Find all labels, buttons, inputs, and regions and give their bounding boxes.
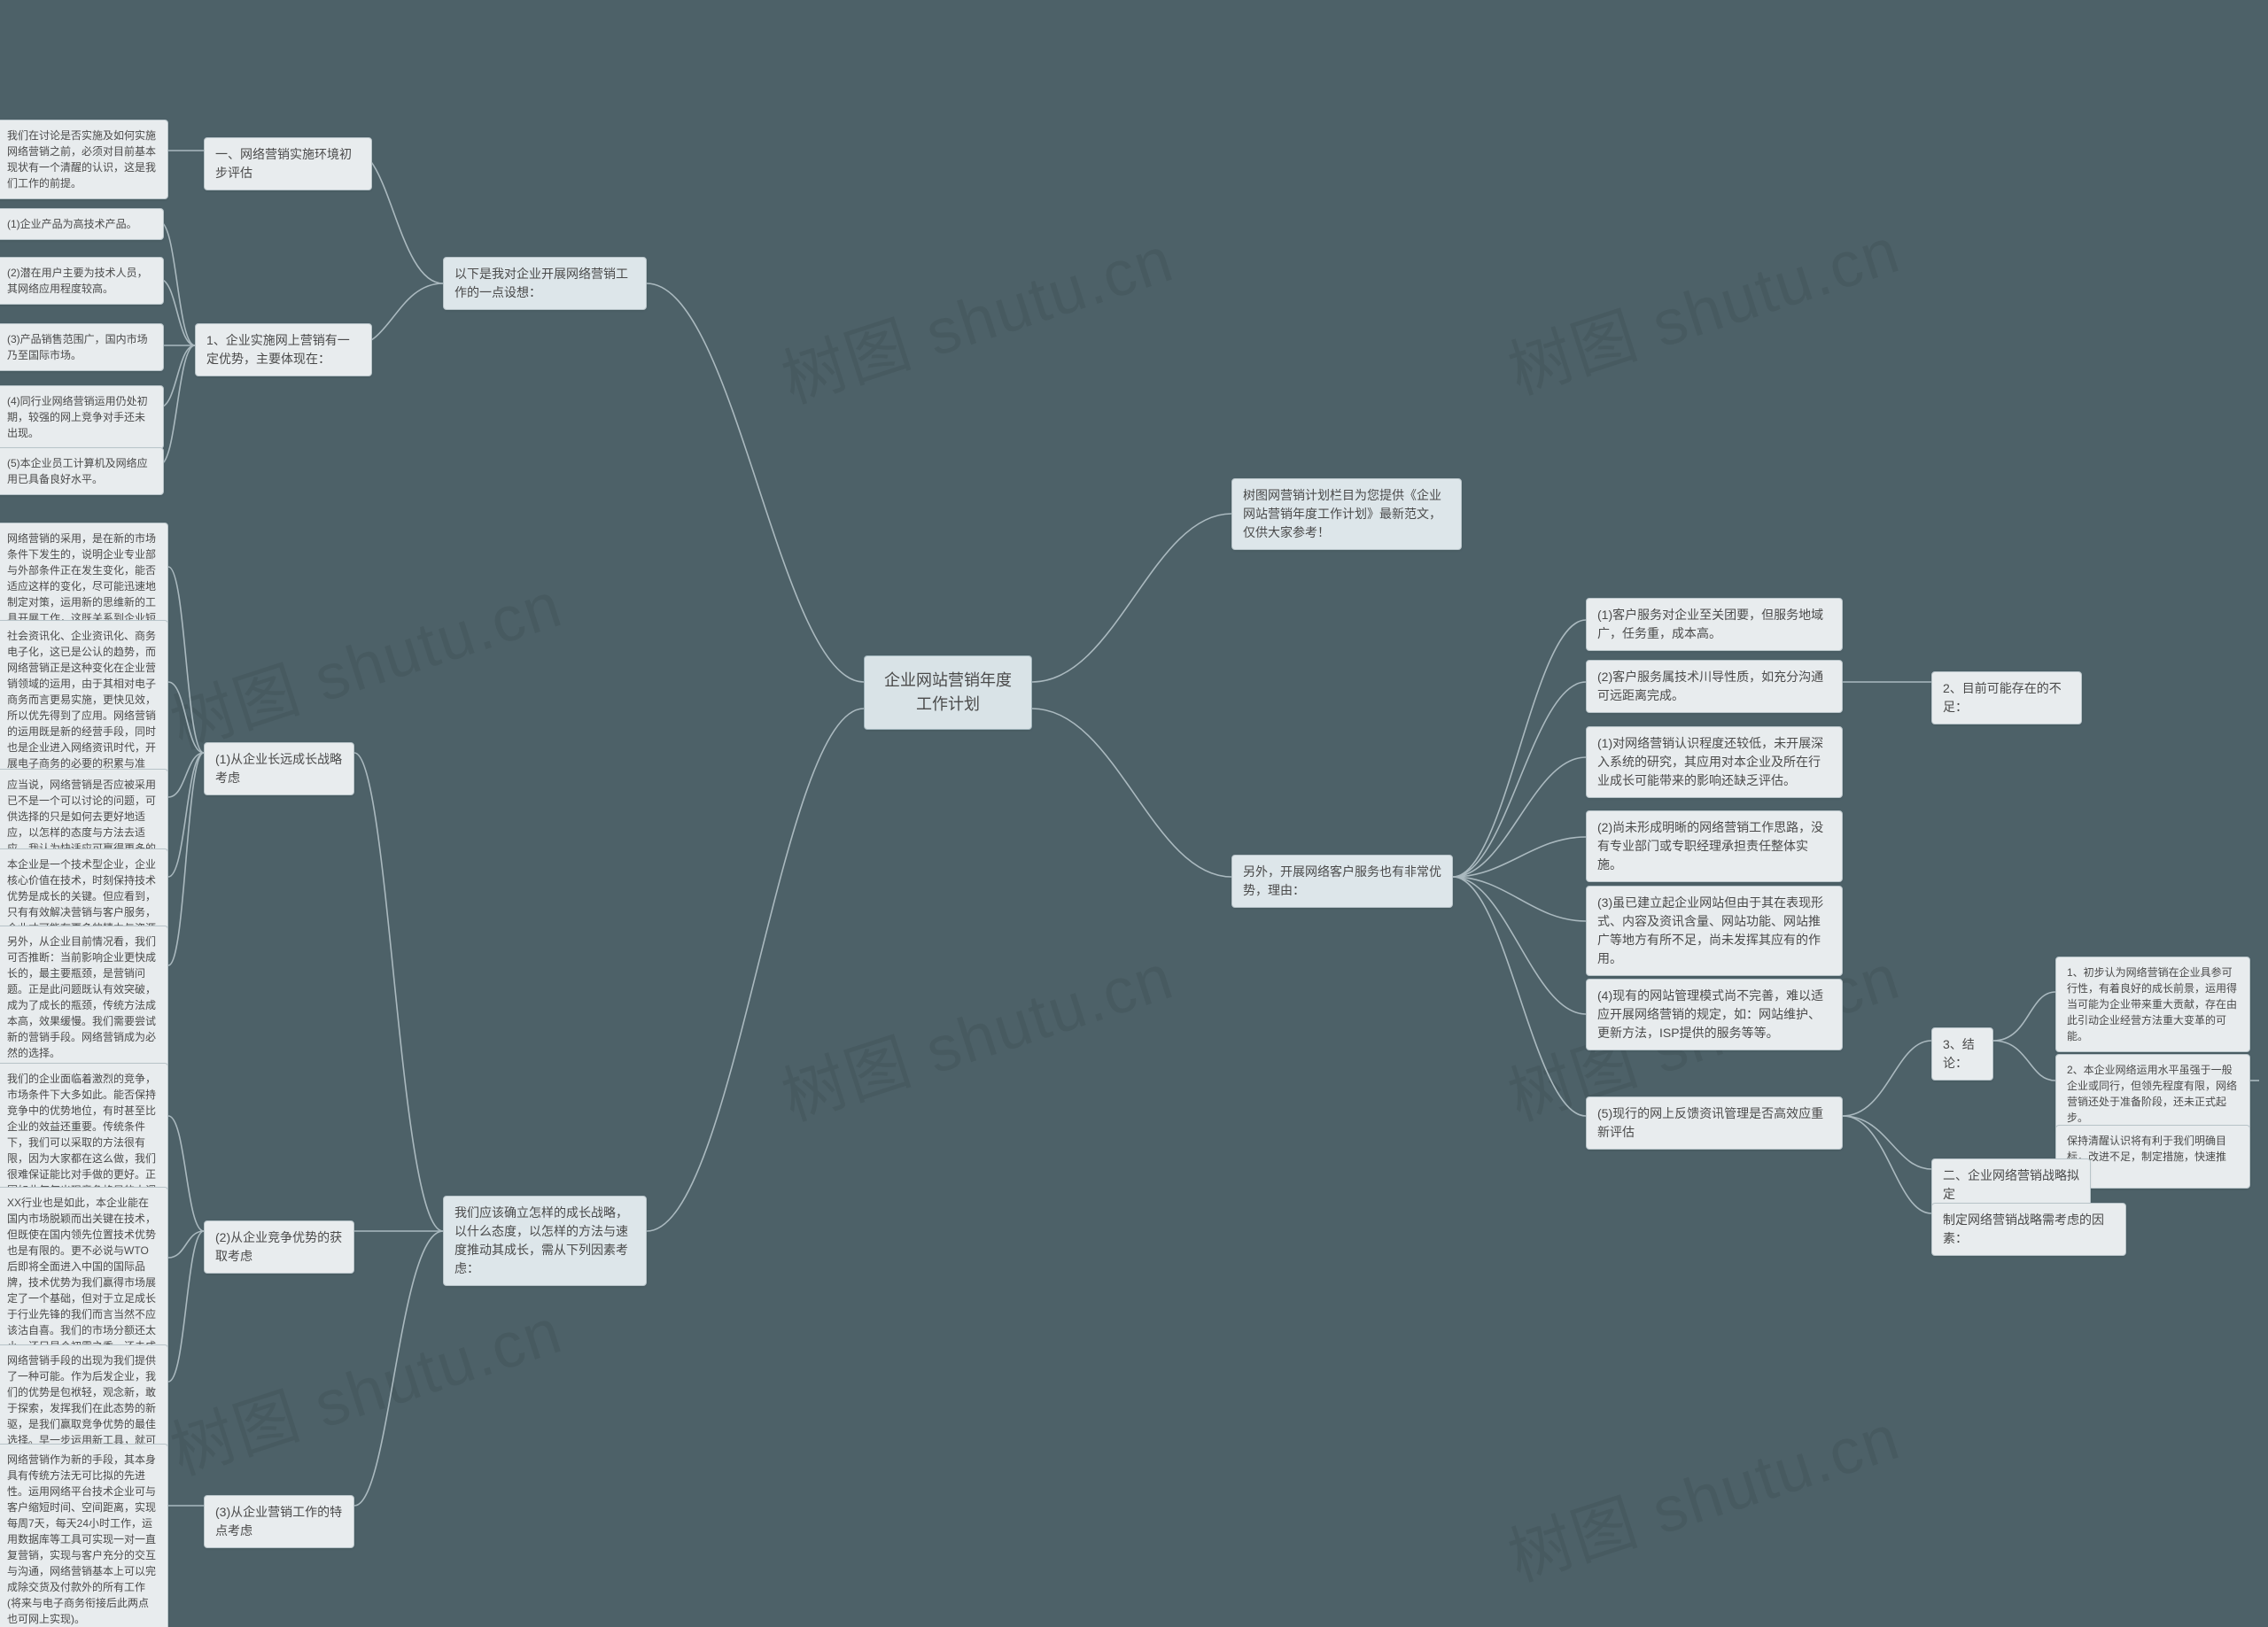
node-l1a-detail[interactable]: 我们在讨论是否实施及如何实施网络营销之前，必须对目前基本现状有一个清醒的认识，这… bbox=[0, 120, 168, 199]
node-strategy-factors[interactable]: 制定网络营销战略需考虑的因素： bbox=[1931, 1203, 2126, 1256]
branch-service-reason[interactable]: 另外，开展网络客户服务也有非常优势，理由： bbox=[1231, 855, 1453, 908]
node-l1b-3[interactable]: (3)产品销售范围广，国内市场乃至国际市场。 bbox=[0, 323, 164, 371]
node-l2a[interactable]: (1)从企业长远成长战略考虑 bbox=[204, 742, 354, 795]
branch-growth-strategy[interactable]: 我们应该确立怎样的成长战略，以什么态度，以怎样的方法与速度推动其成长，需从下列因… bbox=[443, 1196, 647, 1286]
node-conclusion-1[interactable]: 1、初步认为网络营销在企业具参可行性，有着良好的成长前景，运用得当可能为企业带来… bbox=[2055, 957, 2250, 1052]
node-l1b-1[interactable]: (1)企业产品为高技术产品。 bbox=[0, 208, 164, 240]
node-l1a[interactable]: 一、网络营销实施环境初步评估 bbox=[204, 137, 372, 190]
watermark: 树图 shutu.cn bbox=[769, 207, 1184, 421]
node-r2-7[interactable]: (5)现行的网上反馈资讯管理是否高效应重新评估 bbox=[1586, 1096, 1843, 1150]
node-r2-5[interactable]: (3)虽已建立起企业网站但由于其在表现形式、内容及资讯含量、网站功能、网站推广等… bbox=[1586, 886, 1843, 976]
mindmap-connectors bbox=[0, 0, 2268, 1627]
watermark: 树图 shutu.cn bbox=[158, 1279, 572, 1492]
node-l1b[interactable]: 1、企业实施网上营销有一定优势，主要体现在： bbox=[195, 323, 372, 376]
watermark: 树图 shutu.cn bbox=[1495, 198, 1910, 412]
node-conclusion[interactable]: 3、结论： bbox=[1931, 1027, 1993, 1081]
node-r2-1[interactable]: (1)客户服务对企业至关团要，但服务地域广，任务重，成本高。 bbox=[1586, 598, 1843, 651]
watermark: 树图 shutu.cn bbox=[1495, 1385, 1910, 1599]
watermark: 树图 shutu.cn bbox=[158, 553, 572, 766]
node-l1b-4[interactable]: (4)同行业网络营销运用仍处初期，较强的网上竞争对手还未出现。 bbox=[0, 385, 164, 449]
node-r2-4[interactable]: (2)尚未形成明晰的网络营销工作思路，没有专业部门或专职经理承担责任整体实施。 bbox=[1586, 810, 1843, 882]
node-r2-6[interactable]: (4)现有的网站管理模式尚不完善，难以适应开展网络营销的规定，如：网站维护、更新… bbox=[1586, 979, 1843, 1050]
node-l1b-5[interactable]: (5)本企业员工计算机及网络应用已具备良好水平。 bbox=[0, 447, 164, 495]
node-r2-2-tail[interactable]: 2、目前可能存在的不足： bbox=[1931, 671, 2082, 724]
node-conclusion-2[interactable]: 2、本企业网络运用水平虽强于一般企业或同行，但领先程度有限，网络营销还处于准备阶… bbox=[2055, 1054, 2250, 1134]
watermark: 树图 shutu.cn bbox=[769, 925, 1184, 1138]
mindmap-root[interactable]: 企业网站营销年度工作计划 bbox=[864, 655, 1032, 730]
node-l2a-5[interactable]: 另外，从企业目前情况看，我们可否推断：当前影响企业更快成长的，最主要瓶颈，是营销… bbox=[0, 926, 168, 1069]
node-r2-2[interactable]: (2)客户服务属技术川导性质，如充分沟通可远距离完成。 bbox=[1586, 660, 1843, 713]
node-l2c[interactable]: (3)从企业营销工作的特点考虑 bbox=[204, 1495, 354, 1548]
node-l1b-2[interactable]: (2)潜在用户主要为技术人员，其网络应用程度较高。 bbox=[0, 257, 164, 305]
branch-thoughts[interactable]: 以下是我对企业开展网络营销工作的一点设想： bbox=[443, 257, 647, 310]
node-l2c-1[interactable]: 网络营销作为新的手段，其本身具有传统方法无可比拟的先进性。运用网络平台技术企业可… bbox=[0, 1444, 168, 1627]
node-r2-3[interactable]: (1)对网络营销认识程度还较低，未开展深入系统的研究，其应用对本企业及所在行业成… bbox=[1586, 726, 1843, 798]
node-l2b[interactable]: (2)从企业竞争优势的获取考虑 bbox=[204, 1220, 354, 1274]
branch-intro[interactable]: 树图网营销计划栏目为您提供《企业网站营销年度工作计划》最新范文，仅供大家参考！ bbox=[1231, 478, 1462, 550]
